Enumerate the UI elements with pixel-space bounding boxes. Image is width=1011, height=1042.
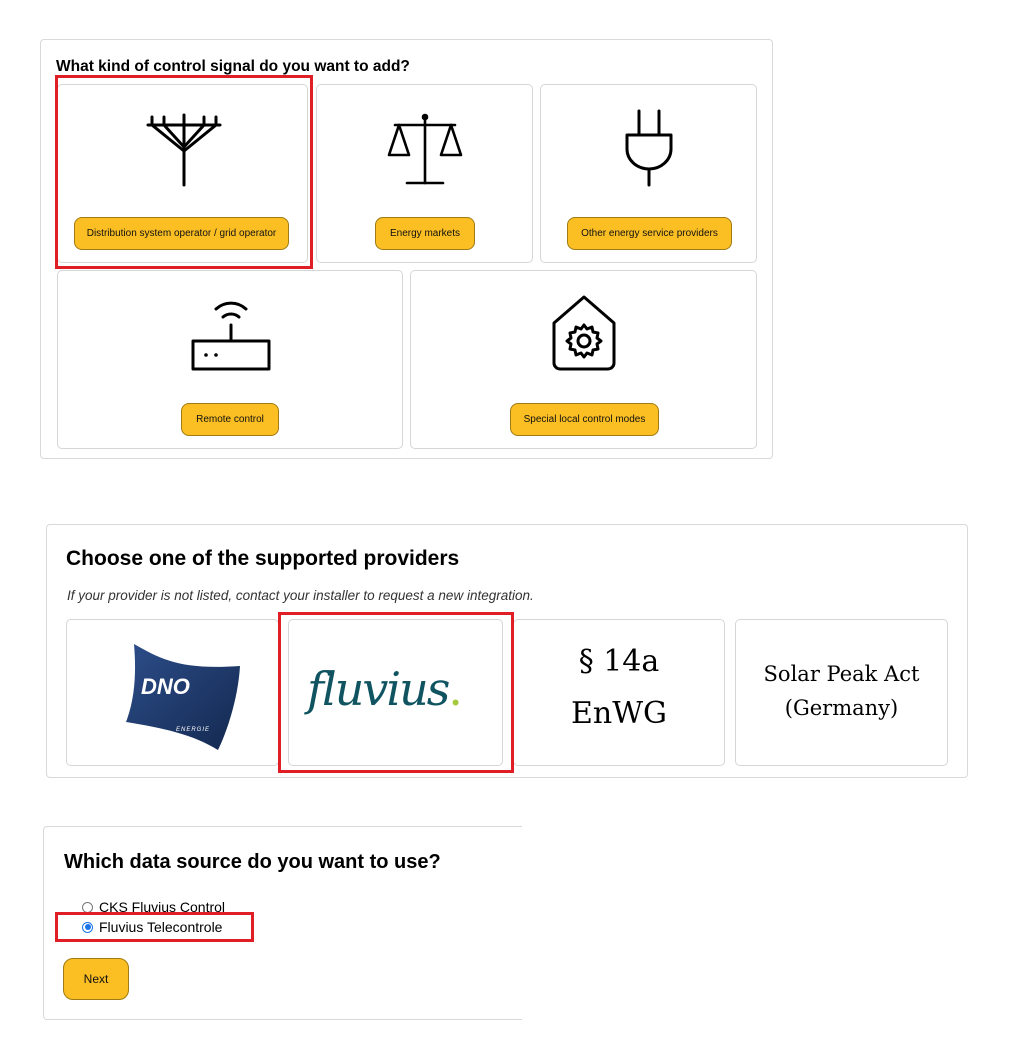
radio-telecontrole[interactable] (82, 921, 93, 933)
dno-logo-subtext: ENERGIE (176, 727, 211, 733)
provider-title: Choose one of the supported providers (66, 547, 460, 570)
provider-card-fluvius[interactable]: fluvius. (288, 619, 503, 766)
provider-14a-line2: EnWG (570, 696, 668, 731)
provider-card-dno[interactable]: DNO ENERGIE (66, 619, 279, 766)
energy-markets-button[interactable]: Energy markets (375, 217, 475, 250)
plug-icon (625, 109, 673, 187)
other-providers-button[interactable]: Other energy service providers (567, 217, 732, 250)
source-option-telecontrole[interactable]: Fluvius Telecontrole (82, 919, 222, 935)
provider-subtitle: If your provider is not listed, contact … (67, 588, 534, 603)
radio-cks[interactable] (82, 901, 93, 913)
dso-button[interactable]: Distribution system operator / grid oper… (74, 217, 289, 250)
option-card-remote-control[interactable]: Remote control (57, 270, 403, 449)
local-modes-button[interactable]: Special local control modes (510, 403, 659, 436)
option-card-energy-markets[interactable]: Energy markets (316, 84, 533, 263)
remote-control-button[interactable]: Remote control (181, 403, 279, 436)
option-card-local-modes[interactable]: Special local control modes (410, 270, 757, 449)
fluvius-logo-text: fluvius (307, 662, 450, 716)
panel-cutoff-mask (522, 820, 552, 1030)
data-source-title: Which data source do you want to use? (64, 851, 441, 873)
power-pole-icon (146, 113, 222, 187)
provider-card-14a-enwg[interactable]: § 14a EnWG (513, 619, 725, 766)
fluvius-logo-dot: . (448, 662, 463, 716)
option-card-other-providers[interactable]: Other energy service providers (540, 84, 757, 263)
dno-logo-text: DNO (141, 674, 190, 699)
house-gear-icon (552, 295, 616, 371)
provider-solar-line2: (Germany) (784, 696, 899, 720)
provider-solar-line1: Solar Peak Act (763, 662, 920, 686)
source-option-cks[interactable]: CKS Fluvius Control (82, 899, 225, 915)
provider-card-solar-peak-act[interactable]: Solar Peak Act (Germany) (735, 619, 948, 766)
provider-14a-line1: § 14a (578, 644, 660, 679)
control-signal-title: What kind of control signal do you want … (56, 58, 410, 75)
option-card-dso[interactable]: Distribution system operator / grid oper… (57, 84, 308, 263)
source-option-cks-label: CKS Fluvius Control (99, 899, 226, 915)
source-option-telecontrole-label: Fluvius Telecontrole (99, 919, 223, 935)
scales-icon (387, 113, 463, 185)
fluvius-logo: fluvius. (307, 662, 463, 716)
next-button[interactable]: Next (63, 958, 129, 1000)
router-icon (191, 301, 271, 371)
